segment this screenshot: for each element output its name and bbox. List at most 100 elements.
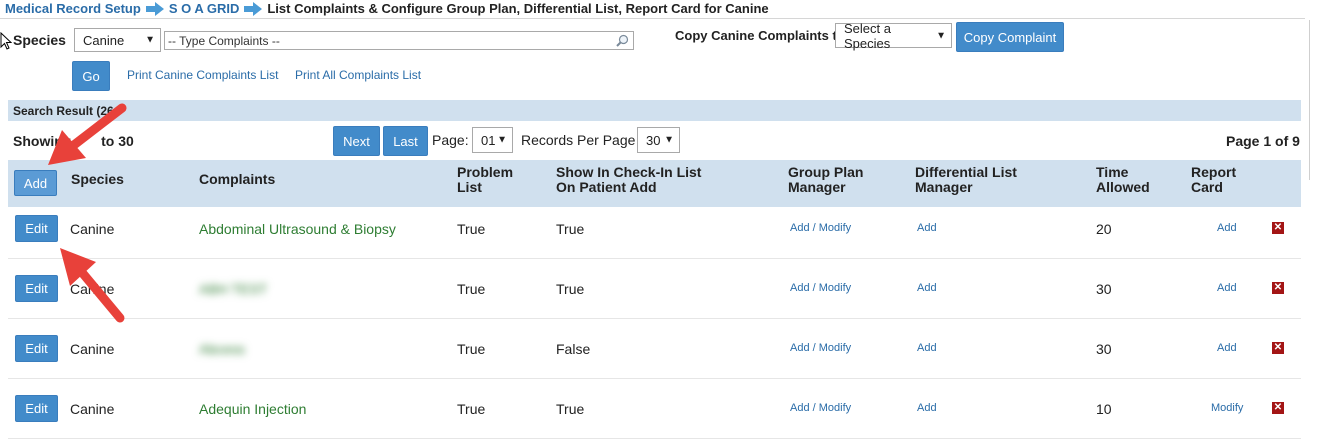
records-per-page-select[interactable]: 30 ▼: [637, 127, 680, 153]
add-complaint-button[interactable]: Add: [14, 170, 57, 196]
print-all-complaints-link[interactable]: Print All Complaints List: [295, 68, 421, 82]
row-time-allowed: 30: [1096, 341, 1112, 357]
differential-add-link[interactable]: Add: [917, 342, 937, 354]
differential-add-link[interactable]: Add: [917, 222, 937, 234]
annotation-arrows: [48, 103, 127, 323]
edit-button[interactable]: Edit: [15, 395, 58, 422]
page-select[interactable]: 01 ▼: [472, 127, 513, 153]
report-card-add-link[interactable]: Add: [1217, 342, 1237, 354]
header-group-plan: Group Plan Manager: [788, 165, 863, 195]
group-plan-add-modify-link[interactable]: Add / Modify: [790, 282, 851, 294]
header-time-allowed: Time Allowed: [1096, 165, 1150, 195]
close-icon[interactable]: ✕: [1272, 342, 1284, 354]
complaint-search-input[interactable]: -- Type Complaints --: [164, 31, 634, 50]
species-select-value: Canine: [83, 32, 125, 48]
page-label: Page:: [432, 132, 469, 148]
header-report-line1: Report: [1191, 164, 1237, 180]
close-icon[interactable]: ✕: [1272, 222, 1284, 234]
breadcrumb: Medical Record Setup S O A GRID List Com…: [5, 1, 769, 16]
mouse-cursor-icon: [0, 32, 12, 50]
header-species: Species: [71, 171, 124, 187]
differential-add-link[interactable]: Add: [917, 282, 937, 294]
row-divider: [8, 258, 1301, 259]
go-button[interactable]: Go: [72, 61, 110, 91]
header-show-checkin-line1: Show In Check-In List: [556, 164, 702, 180]
header-problem-list-line1: Problem: [457, 164, 514, 180]
row-species: Canine: [70, 341, 115, 357]
next-page-button[interactable]: Next: [333, 126, 380, 156]
chevron-down-icon: ▼: [664, 134, 674, 146]
copy-species-select[interactable]: Select a Species ▼: [835, 21, 952, 51]
last-page-button[interactable]: Last: [383, 126, 428, 156]
showing-count: Showing to 30: [13, 133, 134, 149]
chevron-down-icon: ▼: [497, 134, 507, 146]
close-icon[interactable]: ✕: [1272, 282, 1284, 294]
row-complaint-link[interactable]: ABH TEST: [199, 281, 267, 297]
group-plan-add-modify-link[interactable]: Add / Modify: [790, 402, 851, 414]
report-card-modify-link[interactable]: Modify: [1211, 402, 1243, 414]
showing-suffix: to 30: [101, 133, 134, 149]
header-differential-line1: Differential List: [915, 164, 1017, 180]
header-differential-list: Differential List Manager: [915, 165, 1017, 195]
header-report-card: Report Card: [1191, 165, 1236, 195]
search-result-label: Search Result (26: [13, 104, 114, 118]
page-border: [1309, 20, 1310, 180]
header-problem-list: Problem List: [457, 165, 513, 195]
header-problem-list-line2: List: [457, 179, 482, 195]
header-group-plan-line2: Manager: [788, 179, 846, 195]
header-group-plan-line1: Group Plan: [788, 164, 864, 180]
search-icon[interactable]: [616, 34, 629, 47]
header-show-checkin: Show In Check-In List On Patient Add: [556, 165, 701, 195]
row-show-checkin: True: [556, 401, 585, 417]
arrow-right-icon: [145, 1, 164, 16]
species-select[interactable]: Canine ▼: [74, 28, 161, 52]
row-divider: [8, 318, 1301, 319]
page-select-value: 01: [481, 132, 496, 148]
header-show-checkin-line2: On Patient Add: [556, 179, 657, 195]
differential-add-link[interactable]: Add: [917, 402, 937, 414]
search-result-bar: [8, 100, 1301, 121]
copy-complaints-label: Copy Canine Complaints to: [675, 28, 845, 43]
row-species: Canine: [70, 401, 115, 417]
row-time-allowed: 10: [1096, 401, 1112, 417]
edit-button[interactable]: Edit: [15, 215, 58, 242]
report-card-add-link[interactable]: Add: [1217, 282, 1237, 294]
row-complaint-link[interactable]: Adequin Injection: [199, 401, 306, 417]
breadcrumb-soa-grid[interactable]: S O A GRID: [169, 1, 240, 16]
row-time-allowed: 30: [1096, 281, 1112, 297]
records-per-page-value: 30: [646, 132, 661, 148]
row-show-checkin: False: [556, 341, 591, 357]
header-report-line2: Card: [1191, 179, 1223, 195]
row-problem-list: True: [457, 281, 486, 297]
print-canine-complaints-link[interactable]: Print Canine Complaints List: [127, 68, 278, 82]
row-species: Canine: [70, 221, 115, 237]
row-complaint-link[interactable]: Abcess: [199, 341, 245, 357]
group-plan-add-modify-link[interactable]: Add / Modify: [790, 342, 851, 354]
records-per-page-label: Records Per Page: [521, 132, 636, 148]
edit-button[interactable]: Edit: [15, 335, 58, 362]
row-complaint-link[interactable]: Abdominal Ultrasound & Biopsy: [199, 221, 396, 237]
header-divider: [0, 18, 1305, 19]
header-time-line1: Time: [1096, 164, 1129, 180]
complaint-search-placeholder: -- Type Complaints --: [168, 33, 280, 48]
copy-complaint-button[interactable]: Copy Complaint: [956, 22, 1064, 52]
header-time-line2: Allowed: [1096, 179, 1150, 195]
row-problem-list: True: [457, 341, 486, 357]
row-show-checkin: True: [556, 281, 585, 297]
row-species: Canine: [70, 281, 115, 297]
breadcrumb-medical-record-setup[interactable]: Medical Record Setup: [5, 1, 141, 16]
row-show-checkin: True: [556, 221, 585, 237]
row-problem-list: True: [457, 221, 486, 237]
chevron-down-icon: ▼: [936, 30, 946, 41]
group-plan-add-modify-link[interactable]: Add / Modify: [790, 222, 851, 234]
header-complaints: Complaints: [199, 171, 276, 187]
close-icon[interactable]: ✕: [1272, 402, 1284, 414]
species-label: Species: [13, 32, 66, 48]
edit-button[interactable]: Edit: [15, 275, 58, 302]
page-indicator: Page 1 of 9: [1226, 133, 1300, 149]
breadcrumb-current-page: List Complaints & Configure Group Plan, …: [267, 1, 769, 16]
report-card-add-link[interactable]: Add: [1217, 222, 1237, 234]
row-time-allowed: 20: [1096, 221, 1112, 237]
row-problem-list: True: [457, 401, 486, 417]
header-differential-line2: Manager: [915, 179, 973, 195]
